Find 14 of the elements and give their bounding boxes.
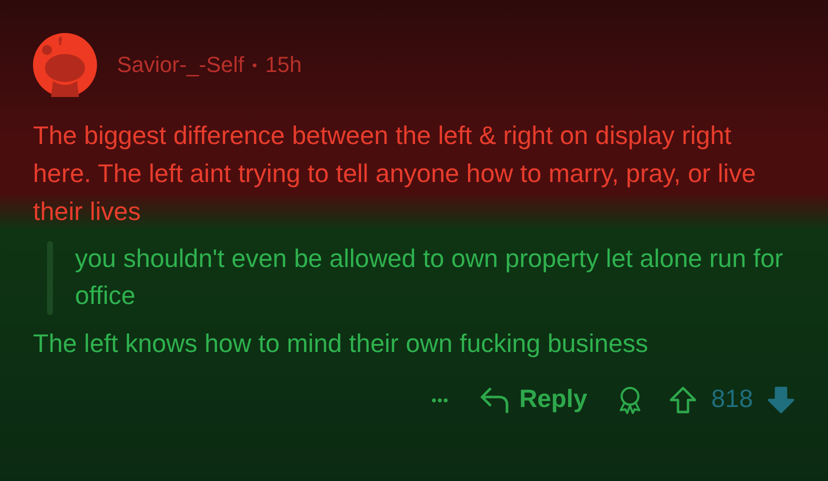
comment-text: The left knows how to mind their own fucking business (33, 329, 650, 360)
reply-arrow-icon (479, 386, 510, 412)
upvote-icon[interactable] (669, 386, 698, 414)
timestamp: 15h (265, 52, 302, 78)
more-button[interactable]: ••• (431, 392, 450, 408)
avatar-icon[interactable] (33, 33, 97, 97)
comment-text: The biggest difference between the left & right on display right here. The left aint trying to tell anyone how to marry, pray, or live their lives (33, 121, 757, 228)
username[interactable]: Savior-_-Self (117, 52, 244, 78)
vote-count: 818 (711, 385, 753, 414)
quoted-text: you shouldn't even be allowed to own property let alone run for office (75, 244, 784, 312)
award-icon[interactable] (617, 386, 644, 414)
reply-button[interactable]: Reply (479, 385, 588, 414)
separator-dot: • (252, 57, 258, 73)
downvote-icon[interactable] (767, 386, 795, 414)
